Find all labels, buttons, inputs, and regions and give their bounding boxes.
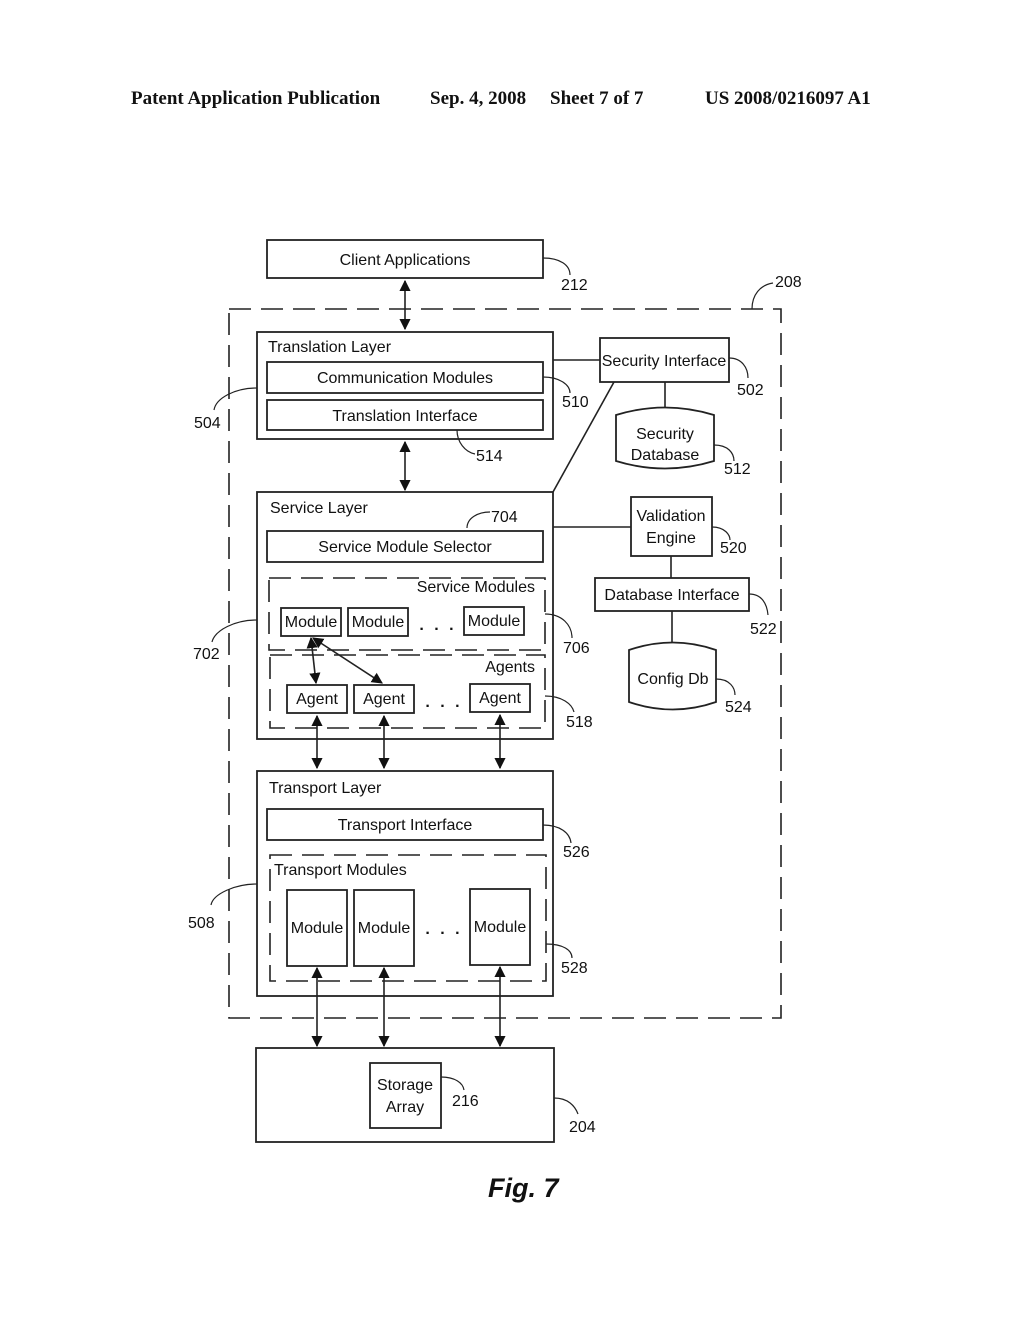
leader-212 bbox=[542, 257, 571, 276]
ref-520: 520 bbox=[720, 540, 747, 557]
ref-512: 512 bbox=[724, 461, 751, 478]
service-modules-label: Service Modules bbox=[417, 579, 535, 596]
security-database-label-2: Database bbox=[631, 447, 700, 464]
validation-engine-label-2: Engine bbox=[646, 530, 696, 547]
figure-label: Fig. 7 bbox=[488, 1173, 560, 1203]
transport-modules-label: Transport Modules bbox=[274, 862, 407, 879]
agent-1-label: Agent bbox=[296, 691, 338, 708]
database-interface-label: Database Interface bbox=[604, 587, 739, 604]
ref-524: 524 bbox=[725, 699, 752, 716]
agent-3-label: Agent bbox=[479, 690, 521, 707]
leader-524 bbox=[715, 678, 736, 696]
translation-layer-label: Translation Layer bbox=[268, 339, 392, 356]
ref-208: 208 bbox=[775, 274, 802, 291]
figure-7-diagram: Client Applications 212 208 Translation … bbox=[188, 239, 802, 1203]
service-module-1-label: Module bbox=[285, 614, 338, 631]
leader-508 bbox=[210, 883, 258, 906]
leader-504 bbox=[213, 387, 258, 411]
transport-module-3-label: Module bbox=[474, 919, 527, 936]
transport-module-1-label: Module bbox=[291, 920, 344, 937]
leader-208 bbox=[751, 282, 774, 310]
service-module-2-label: Module bbox=[352, 614, 405, 631]
ref-508: 508 bbox=[188, 915, 215, 932]
leader-512 bbox=[713, 444, 735, 462]
ref-204: 204 bbox=[569, 1119, 596, 1136]
transport-layer-node: Transport Layer Transport Interface Tran… bbox=[256, 770, 554, 997]
validation-engine-node: Validation Engine bbox=[630, 496, 713, 557]
leader-502 bbox=[728, 357, 749, 379]
security-interface-label: Security Interface bbox=[602, 353, 727, 370]
ref-704: 704 bbox=[491, 509, 518, 526]
config-db-label: Config Db bbox=[637, 671, 708, 688]
leader-702 bbox=[211, 619, 258, 643]
storage-array-label-2: Array bbox=[386, 1099, 424, 1116]
ref-514: 514 bbox=[476, 448, 503, 465]
leader-522 bbox=[748, 593, 769, 616]
transport-layer-label: Transport Layer bbox=[269, 780, 382, 797]
service-module-selector-label: Service Module Selector bbox=[318, 539, 492, 556]
communication-modules-label: Communication Modules bbox=[317, 370, 493, 387]
agents-ellipsis: . . . bbox=[425, 694, 462, 711]
config-db-node: Config Db bbox=[628, 641, 717, 711]
security-database-label-1: Security bbox=[636, 426, 694, 443]
ref-526: 526 bbox=[563, 844, 590, 861]
ref-504: 504 bbox=[194, 415, 221, 432]
agent-2-label: Agent bbox=[363, 691, 405, 708]
ref-702: 702 bbox=[193, 646, 220, 663]
database-interface-node: Database Interface bbox=[594, 577, 750, 612]
translation-interface-label: Translation Interface bbox=[332, 408, 477, 425]
service-layer-label: Service Layer bbox=[270, 500, 368, 517]
client-applications-node: Client Applications bbox=[266, 239, 544, 279]
ref-212: 212 bbox=[561, 277, 588, 294]
validation-engine-label-1: Validation bbox=[636, 508, 705, 525]
transport-interface-label: Transport Interface bbox=[338, 817, 473, 834]
transport-module-2-label: Module bbox=[358, 920, 411, 937]
service-modules-ellipsis: . . . bbox=[419, 617, 456, 634]
translation-layer-node: Translation Layer Communication Modules … bbox=[256, 331, 554, 440]
agents-label: Agents bbox=[485, 659, 535, 676]
ref-216: 216 bbox=[452, 1093, 479, 1110]
service-module-3-label: Module bbox=[468, 613, 521, 630]
leader-520 bbox=[711, 526, 731, 541]
ref-706: 706 bbox=[563, 640, 590, 657]
security-interface-node: Security Interface bbox=[599, 337, 730, 383]
service-layer-node: Service Layer Service Module Selector Se… bbox=[256, 491, 554, 740]
ref-502: 502 bbox=[737, 382, 764, 399]
ref-510: 510 bbox=[562, 394, 589, 411]
ref-522: 522 bbox=[750, 621, 777, 638]
security-database-node: Security Database bbox=[615, 406, 715, 470]
storage-array-box bbox=[369, 1062, 442, 1129]
storage-system-node: Storage Array bbox=[255, 1047, 555, 1143]
ref-518: 518 bbox=[566, 714, 593, 731]
ref-528: 528 bbox=[561, 960, 588, 977]
transport-modules-ellipsis: . . . bbox=[425, 921, 462, 938]
leader-204 bbox=[553, 1097, 579, 1115]
storage-array-label-1: Storage bbox=[377, 1077, 433, 1094]
client-applications-label: Client Applications bbox=[340, 252, 471, 269]
